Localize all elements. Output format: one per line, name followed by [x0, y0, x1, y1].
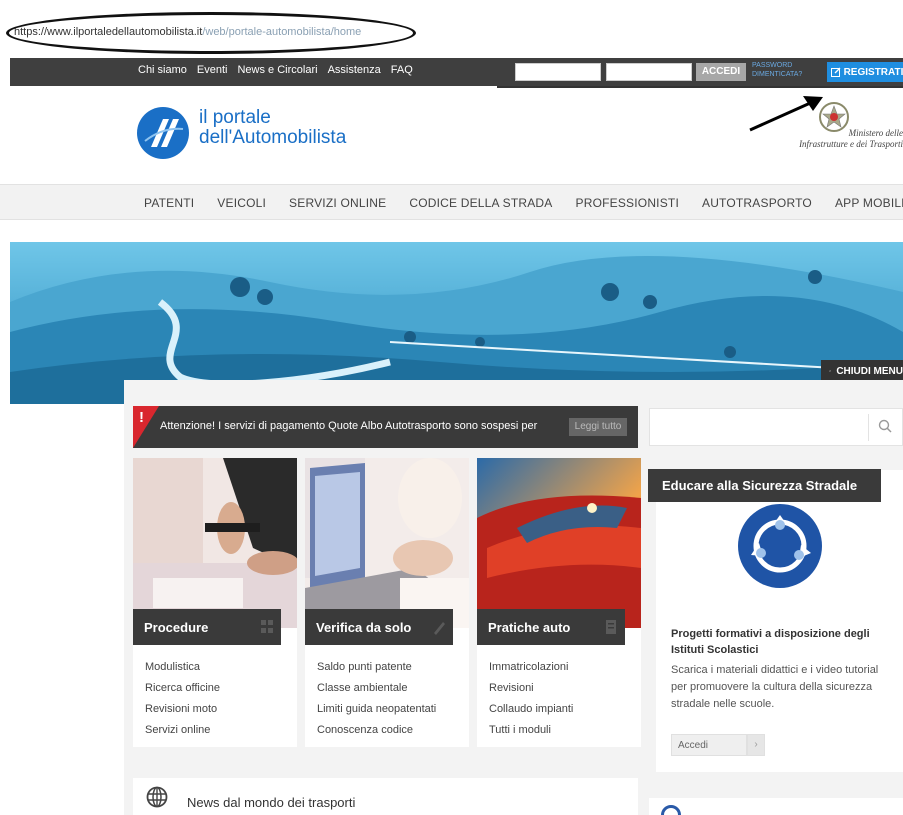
card-pratiche-auto: Pratiche auto Immatricolazioni Revisioni…: [477, 458, 641, 747]
card-procedure: Procedure Modulistica Ricerca officine R…: [133, 458, 297, 747]
nav-veicoli[interactable]: VEICOLI: [217, 196, 266, 210]
read-all-button[interactable]: Leggi tutto: [569, 418, 627, 436]
education-title[interactable]: Progetti formativi a disposizione degli …: [671, 626, 891, 658]
link-saldo-punti[interactable]: Saldo punti patente: [317, 657, 436, 678]
card-title-procedure[interactable]: Procedure: [133, 609, 281, 645]
top-link-assistenza[interactable]: Assistenza: [328, 64, 381, 76]
link-ricerca-officine[interactable]: Ricerca officine: [145, 678, 220, 699]
link-collaudo-impianti[interactable]: Collaudo impianti: [489, 699, 573, 720]
bottom-right-panel: [649, 798, 903, 815]
search-separator: [868, 414, 869, 441]
nav-autotrasporto[interactable]: AUTOTRASPORTO: [702, 196, 812, 210]
pratiche-links: Immatricolazioni Revisioni Collaudo impi…: [489, 657, 573, 741]
news-title[interactable]: News dal mondo dei trasporti: [187, 795, 355, 810]
chevron-up-icon: [829, 370, 832, 372]
link-modulistica[interactable]: Modulistica: [145, 657, 220, 678]
nav-codice-della-strada[interactable]: CODICE DELLA STRADA: [409, 196, 552, 210]
portal-logo-text[interactable]: il portale dell'Automobilista: [199, 108, 346, 148]
verifica-image: [305, 458, 469, 628]
search-input[interactable]: [649, 408, 903, 446]
nav-servizi-online[interactable]: SERVIZI ONLINE: [289, 196, 386, 210]
alert-text: Attenzione! I servizi di pagamento Quote…: [160, 420, 538, 432]
top-utility-bar: Chi siamo Eventi News e Circolari Assist…: [10, 58, 903, 86]
main-navigation: PATENTI VEICOLI SERVIZI ONLINE CODICE DE…: [0, 184, 903, 220]
alert-corner: [133, 406, 159, 448]
link-tutti-i-moduli[interactable]: Tutti i moduli: [489, 720, 573, 741]
top-link-eventi[interactable]: Eventi: [197, 64, 228, 76]
top-link-faq[interactable]: FAQ: [391, 64, 413, 76]
education-select[interactable]: Accedi: [671, 734, 747, 756]
verifica-links: Saldo punti patente Classe ambientale Li…: [317, 657, 436, 741]
register-button[interactable]: REGISTRATI: [827, 62, 903, 82]
nav-app-mobile[interactable]: APP MOBILE: [835, 196, 903, 210]
edit-icon: [830, 67, 841, 77]
password-input[interactable]: [606, 63, 692, 81]
circle-icon: [661, 805, 681, 815]
link-conoscenza-codice[interactable]: Conoscenza codice: [317, 720, 436, 741]
education-header: Educare alla Sicurezza Stradale: [648, 469, 881, 502]
link-limiti-guida[interactable]: Limiti guida neopatentati: [317, 699, 436, 720]
top-link-chi-siamo[interactable]: Chi siamo: [138, 64, 187, 76]
procedure-links: Modulistica Ricerca officine Revisioni m…: [145, 657, 220, 741]
card-title-verifica[interactable]: Verifica da solo: [305, 609, 453, 645]
nav-patenti[interactable]: PATENTI: [144, 196, 194, 210]
password-forgot-link[interactable]: PASSWORD DIMENTICATA?: [752, 61, 812, 79]
link-revisioni-moto[interactable]: Revisioni moto: [145, 699, 220, 720]
link-revisioni[interactable]: Revisioni: [489, 678, 573, 699]
grid-icon: [261, 620, 273, 633]
browser-address-bar[interactable]: https://www.ilportaledellautomobilista.i…: [0, 0, 903, 54]
globe-icon: [146, 786, 168, 808]
arrow-annotation-icon: [749, 96, 823, 132]
nav-professionisti[interactable]: PROFESSIONISTI: [576, 196, 679, 210]
register-label: REGISTRATI: [843, 66, 903, 78]
login-button[interactable]: ACCEDI: [696, 63, 746, 81]
education-select-button[interactable]: ›: [747, 734, 765, 756]
search-icon[interactable]: [878, 419, 892, 433]
link-classe-ambientale[interactable]: Classe ambientale: [317, 678, 436, 699]
link-immatricolazioni[interactable]: Immatricolazioni: [489, 657, 573, 678]
procedure-image: [133, 458, 297, 628]
education-text: Scarica i materiali didattici e i video …: [671, 664, 879, 710]
card-verifica-da-solo: Verifica da solo Saldo punti patente Cla…: [305, 458, 469, 747]
alert-bar: ! Attenzione! I servizi di pagamento Quo…: [133, 406, 638, 448]
alert-icon: !: [139, 409, 144, 426]
link-servizi-online[interactable]: Servizi online: [145, 720, 220, 741]
top-links: Chi siamo Eventi News e Circolari Assist…: [138, 64, 413, 76]
news-panel: News dal mondo dei trasporti: [133, 778, 638, 815]
close-menu-button[interactable]: CHIUDI MENU: [821, 360, 903, 382]
portal-logo-icon[interactable]: [137, 107, 189, 159]
pen-icon: [434, 622, 445, 635]
username-input[interactable]: [515, 63, 601, 81]
road-safety-logo-icon[interactable]: [737, 503, 823, 589]
card-title-pratiche[interactable]: Pratiche auto: [477, 609, 625, 645]
top-link-news[interactable]: News e Circolari: [237, 64, 317, 76]
url-highlight-ellipse: [6, 12, 416, 54]
pratiche-image: [477, 458, 641, 628]
document-icon: [606, 620, 616, 634]
